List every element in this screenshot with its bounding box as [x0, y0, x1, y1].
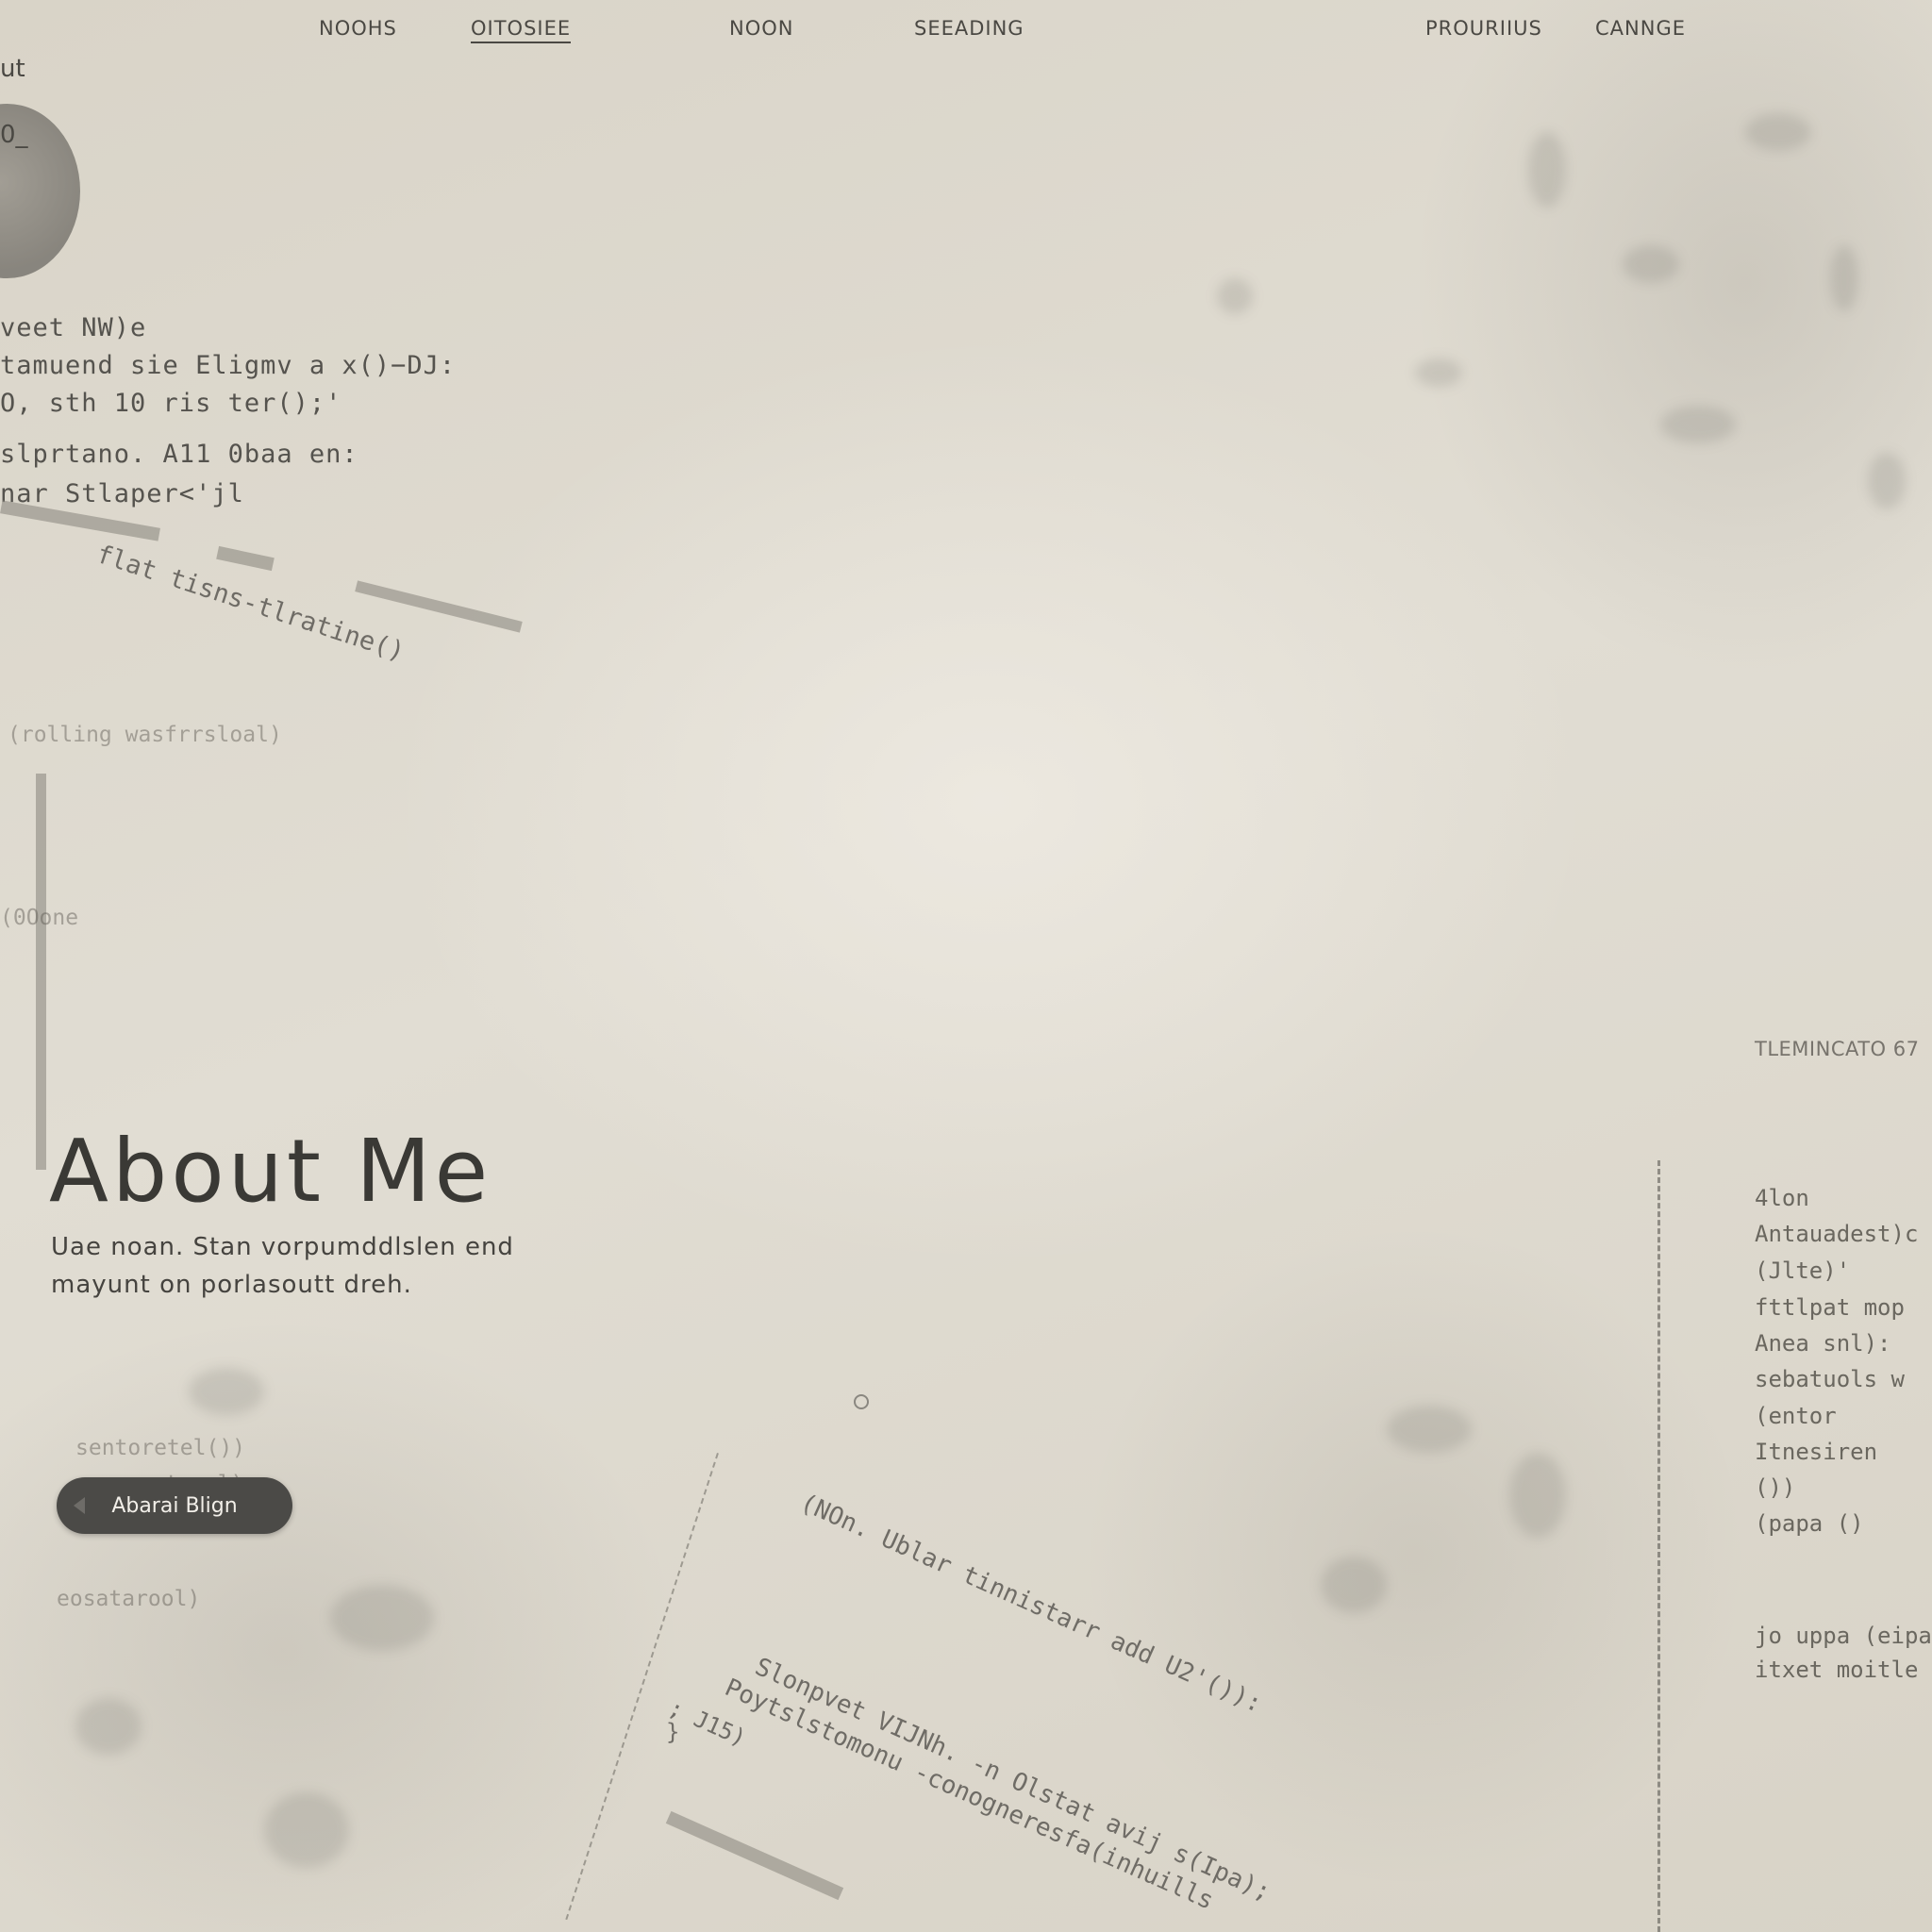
decorative-blot — [1830, 245, 1858, 311]
left-fragment-top: ut — [0, 55, 25, 83]
page-title: About Me — [49, 1121, 492, 1222]
decorative-blot — [264, 1792, 349, 1868]
decorative-blot — [75, 1698, 142, 1755]
code-line: nar Stlaper<'jl — [0, 479, 244, 508]
right-code-line: Anea snl): — [1755, 1330, 1891, 1357]
right-code-line: 4lon — [1755, 1185, 1809, 1211]
right-code-line: (Jlte)' — [1755, 1257, 1851, 1284]
left-fragment-circle-label: 0_ — [0, 121, 28, 149]
about-cta-button[interactable]: Abarai Blign — [57, 1477, 292, 1534]
play-icon — [74, 1497, 85, 1514]
right-code-line: fttlpat mop — [1755, 1294, 1905, 1321]
hero-subtitle-line-2: mayunt on porlasoutt dreh. — [51, 1271, 412, 1299]
about-cta-button-label: Abarai Blign — [111, 1493, 238, 1518]
decorative-blot — [1509, 1453, 1566, 1538]
faint-code-line: (rolling wasfrrsloal) — [8, 723, 282, 747]
nav-item-4[interactable]: SEEADING — [914, 17, 1024, 40]
faint-code-line: (0Oone — [0, 906, 79, 930]
hero-subtitle: Uae noan. Stan vorpumddlslen end mayunt … — [51, 1228, 579, 1304]
right-code-line: (entor — [1755, 1403, 1837, 1429]
rotated-code-line: } — [666, 1719, 680, 1745]
nav-item-6[interactable]: CANNGE — [1595, 17, 1686, 40]
right-code-line: Antauadest)c — [1755, 1221, 1919, 1247]
page-background — [0, 0, 1932, 1932]
nav-item-3[interactable]: NOON — [729, 17, 793, 40]
faint-code-line: eosatarool) — [57, 1587, 201, 1611]
right-code-line: itxet moitle — [1755, 1657, 1919, 1683]
nav-item-2-active[interactable]: OITOSIEE — [471, 17, 572, 43]
decorative-blot — [1387, 1406, 1472, 1453]
code-line: veet NW)e — [0, 313, 147, 342]
hero-subtitle-line-1: Uae noan. Stan vorpumddlslen end — [51, 1233, 514, 1261]
decorative-blot — [1623, 245, 1679, 283]
right-panel-label: TLEMINCATO 67 — [1755, 1038, 1920, 1060]
faint-code-line: sentoretel()) — [75, 1436, 246, 1460]
nav-item-5[interactable]: PROURIIUS — [1425, 17, 1542, 40]
decorative-blot — [1868, 453, 1906, 509]
decorative-blot — [1217, 278, 1253, 314]
decorative-blot — [1745, 113, 1811, 151]
decorative-blot — [189, 1368, 264, 1415]
right-code-line: ()) — [1755, 1474, 1796, 1501]
right-code-line: Itnesiren — [1755, 1439, 1878, 1465]
decorative-blot — [1321, 1557, 1387, 1613]
right-panel-divider — [1657, 1160, 1660, 1932]
right-code-line: (papa () — [1755, 1510, 1864, 1537]
decorative-blot — [1660, 406, 1736, 443]
code-line: slprtano. A11 0baa en: — [0, 440, 358, 469]
decorative-blot — [330, 1585, 434, 1651]
decorative-blot — [1528, 132, 1566, 208]
code-line: O, sth 10 ris ter();' — [0, 389, 342, 418]
right-code-line: sebatuols w — [1755, 1366, 1905, 1392]
decorative-bar — [36, 774, 46, 1170]
nav-item-1[interactable]: NOOHS — [319, 17, 397, 40]
right-code-line: jo uppa (eipar — [1755, 1623, 1932, 1649]
code-line: tamuend sie Eligmv a x()−DJ: — [0, 351, 457, 380]
decorative-ring — [854, 1394, 869, 1409]
decorative-blot — [1415, 358, 1462, 387]
